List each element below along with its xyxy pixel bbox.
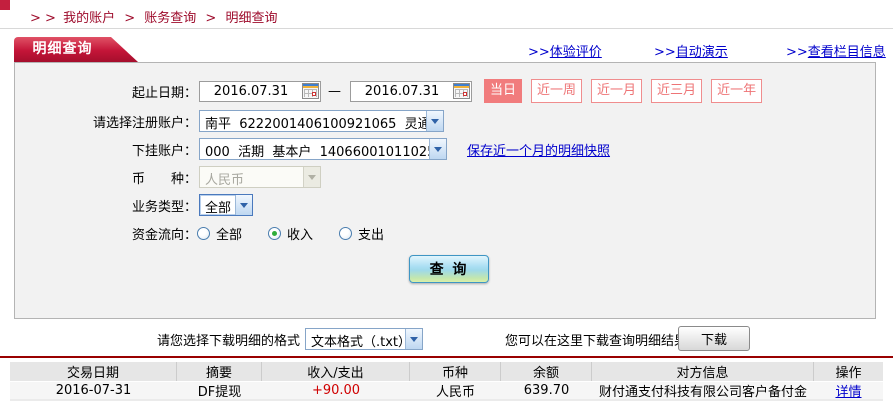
business-type-row: 业务类型： 全部 xyxy=(15,193,875,217)
detail-link[interactable]: 详情 xyxy=(835,382,861,399)
dropdown-arrow-icon xyxy=(429,139,446,159)
breadcrumb-prefix: > > xyxy=(30,11,56,26)
start-date-value: 2016.07.31 xyxy=(200,84,302,99)
quick-range-3months-button[interactable]: 近三月 xyxy=(651,79,702,103)
cell-action: 详情 xyxy=(814,382,883,399)
business-type-select[interactable]: 全部 xyxy=(199,194,253,216)
save-snapshot-link[interactable]: 保存近一个月的明细快照 xyxy=(467,140,610,159)
radio-checked-icon xyxy=(268,227,281,240)
currency-label: 币 种： xyxy=(15,168,197,187)
fund-flow-option-expense[interactable]: 支出 xyxy=(339,224,384,243)
dropdown-arrow-icon xyxy=(426,111,443,131)
fund-flow-option-income-label: 收入 xyxy=(287,224,313,243)
header-counterparty: 对方信息 xyxy=(592,362,814,381)
download-format-label: 请您选择下载明细的格式 xyxy=(100,330,300,349)
header-summary: 摘要 xyxy=(177,362,262,381)
table-header-row: 交易日期 摘要 收入/支出 币种 余额 对方信息 操作 xyxy=(10,362,883,381)
divider xyxy=(0,28,893,29)
link-prefix: >> xyxy=(654,45,676,60)
result-table: 交易日期 摘要 收入/支出 币种 余额 对方信息 操作 2016-07-31 D… xyxy=(10,362,883,399)
registered-account-select[interactable]: 南平 6222001406100921065 灵通卡 xyxy=(199,110,444,132)
quick-range-year-button[interactable]: 近一年 xyxy=(711,79,762,103)
breadcrumb-separator: > xyxy=(205,11,216,26)
currency-row: 币 种： 人民币 xyxy=(15,165,875,189)
tab-title: 明细查询 xyxy=(14,37,111,62)
link-experience-evaluation[interactable]: >>体验评价 xyxy=(528,41,602,60)
dropdown-arrow-icon xyxy=(303,167,320,187)
sub-account-row: 下挂账户： 000 活期 基本户 1406600101102571848 保存近… xyxy=(15,137,875,161)
fund-flow-option-income[interactable]: 收入 xyxy=(268,224,313,243)
header-trade-date: 交易日期 xyxy=(10,362,177,381)
download-format-value: 文本格式（.txt） xyxy=(306,329,405,349)
cell-amount: +90.00 xyxy=(262,382,410,399)
cell-counterparty: 财付通支付科技有限公司客户备付金 xyxy=(592,382,814,399)
calendar-icon[interactable] xyxy=(302,83,319,99)
header-income-expense: 收入/支出 xyxy=(262,362,410,381)
sub-account-select[interactable]: 000 活期 基本户 1406600101102571848 xyxy=(199,138,447,160)
header-currency: 币种 xyxy=(410,362,501,381)
fund-flow-option-all-label: 全部 xyxy=(216,224,242,243)
table-row: 2016-07-31 DF提现 +90.00 人民币 639.70 财付通支付科… xyxy=(10,382,883,399)
link-prefix: >> xyxy=(786,45,808,60)
business-type-label: 业务类型： xyxy=(15,196,197,215)
query-button[interactable]: 查 询 xyxy=(409,255,489,283)
business-type-value: 全部 xyxy=(200,195,235,215)
cell-balance: 639.70 xyxy=(501,382,592,399)
currency-value: 人民币 xyxy=(200,167,303,187)
cell-summary: DF提现 xyxy=(177,382,262,399)
dropdown-arrow-icon xyxy=(405,329,422,349)
start-date-input[interactable]: 2016.07.31 xyxy=(199,81,321,102)
registered-account-value: 南平 6222001406100921065 灵通卡 xyxy=(200,111,426,131)
table-top-rule xyxy=(0,356,893,358)
date-range-label: 起止日期： xyxy=(15,82,197,101)
end-date-value: 2016.07.31 xyxy=(351,84,453,99)
link-view-column-info[interactable]: >>查看栏目信息 xyxy=(786,41,886,60)
download-hint: 您可以在这里下载查询明细结果 xyxy=(505,330,687,349)
sub-account-label: 下挂账户： xyxy=(15,140,197,159)
link-prefix: >> xyxy=(528,45,550,60)
query-form-panel: 起止日期： 2016.07.31 — 2016.07.31 当日 近一周 近一月… xyxy=(14,62,876,319)
breadcrumb-item-account-query[interactable]: 账务查询 xyxy=(144,11,196,26)
sub-account-value: 000 活期 基本户 1406600101102571848 xyxy=(200,139,429,159)
quick-range-week-button[interactable]: 近一周 xyxy=(531,79,582,103)
fund-flow-row: 资金流向： 全部 收入 支出 xyxy=(15,221,875,245)
breadcrumb-item-detail-query[interactable]: 明细查询 xyxy=(225,11,277,26)
fund-flow-option-expense-label: 支出 xyxy=(358,224,384,243)
breadcrumb: > > 我的账户 > 账务查询 > 明细查询 xyxy=(30,7,280,26)
fund-flow-option-all[interactable]: 全部 xyxy=(197,224,242,243)
end-date-input[interactable]: 2016.07.31 xyxy=(350,81,472,102)
tab-detail-query[interactable]: 明细查询 xyxy=(14,37,138,62)
breadcrumb-item-my-account[interactable]: 我的账户 xyxy=(63,11,115,26)
calendar-icon[interactable] xyxy=(453,83,470,99)
header-action: 操作 xyxy=(814,362,883,381)
download-format-select[interactable]: 文本格式（.txt） xyxy=(305,328,423,350)
date-separator: — xyxy=(328,84,341,99)
quick-range-today-button[interactable]: 当日 xyxy=(484,79,522,103)
date-range-row: 起止日期： 2016.07.31 — 2016.07.31 当日 近一周 近一月… xyxy=(15,79,875,103)
quick-range-month-button[interactable]: 近一月 xyxy=(591,79,642,103)
corner-mark xyxy=(0,0,10,10)
quick-range-buttons: 当日 近一周 近一月 近三月 近一年 xyxy=(484,79,771,103)
cell-trade-date: 2016-07-31 xyxy=(10,382,177,399)
download-button[interactable]: 下载 xyxy=(678,326,750,351)
dropdown-arrow-icon xyxy=(235,195,252,215)
registered-account-row: 请选择注册账户： 南平 6222001406100921065 灵通卡 xyxy=(15,109,875,133)
breadcrumb-separator: > xyxy=(124,11,135,26)
registered-account-label: 请选择注册账户： xyxy=(15,112,197,131)
link-auto-demo[interactable]: >>自动演示 xyxy=(654,41,728,60)
header-balance: 余额 xyxy=(501,362,592,381)
radio-unchecked-icon xyxy=(197,227,210,240)
fund-flow-label: 资金流向： xyxy=(15,224,197,243)
radio-unchecked-icon xyxy=(339,227,352,240)
cell-currency: 人民币 xyxy=(410,382,501,399)
detail-query-page: > > 我的账户 > 账务查询 > 明细查询 明细查询 >>体验评价 >>自动演… xyxy=(0,0,893,401)
currency-select: 人民币 xyxy=(199,166,321,188)
